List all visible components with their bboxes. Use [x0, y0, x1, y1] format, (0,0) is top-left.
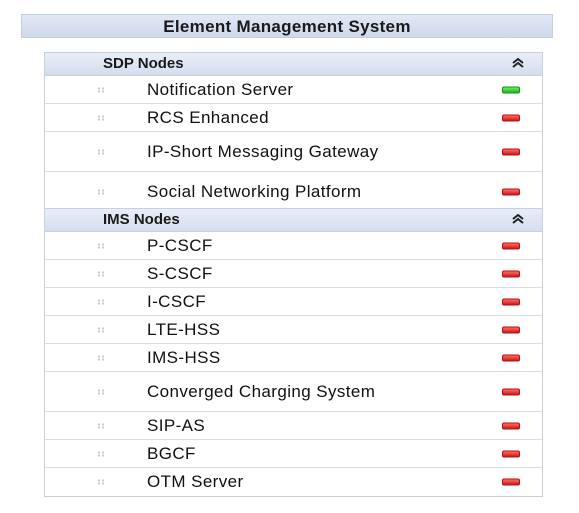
drag-handle-icon[interactable] — [98, 355, 107, 360]
drag-handle-icon[interactable] — [98, 299, 107, 304]
status-indicator-down — [502, 298, 520, 305]
status-indicator-down — [502, 478, 520, 486]
drag-handle-icon[interactable] — [98, 149, 107, 154]
node-label: Social Networking Platform — [147, 182, 362, 201]
ims-node-s-cscf[interactable]: S-CSCF — [45, 260, 542, 288]
status-indicator-down — [502, 388, 520, 395]
node-label: SIP-AS — [147, 415, 206, 435]
ims-node-i-cscf[interactable]: I-CSCF — [45, 288, 542, 316]
node-label: Notification Server — [147, 79, 294, 99]
status-indicator-down — [502, 354, 520, 361]
ims-nodes-header[interactable]: IMS Nodes — [45, 209, 542, 232]
node-label: BGCF — [147, 443, 196, 463]
status-indicator-up — [502, 86, 520, 93]
chevron-double-up-icon[interactable] — [510, 55, 526, 71]
ims-node-lte-hss[interactable]: LTE-HSS — [45, 316, 542, 344]
status-indicator-down — [502, 422, 520, 429]
ims-node-otm-server[interactable]: OTM Server — [45, 468, 542, 496]
status-indicator-down — [502, 270, 520, 277]
ims-node-sip-as[interactable]: SIP-AS — [45, 412, 542, 440]
status-indicator-down — [502, 242, 520, 249]
sdp-nodes-panel: SDP Nodes Notification Server RCS Enhanc… — [44, 52, 543, 213]
drag-handle-icon[interactable] — [98, 389, 107, 394]
drag-handle-icon[interactable] — [98, 271, 107, 276]
drag-handle-icon[interactable] — [98, 451, 107, 456]
drag-handle-icon[interactable] — [98, 327, 107, 332]
ims-nodes-panel: IMS Nodes P-CSCF S-CSCF I-CSCF LTE-HSS I… — [44, 208, 543, 497]
node-label: OTM Server — [147, 472, 244, 491]
node-label: Converged Charging System — [147, 381, 376, 401]
ims-node-bgcf[interactable]: BGCF — [45, 440, 542, 468]
node-label: P-CSCF — [147, 235, 213, 255]
sdp-node-ip-short-messaging-gateway[interactable]: IP-Short Messaging Gateway — [45, 132, 542, 172]
drag-handle-icon[interactable] — [98, 87, 107, 92]
node-label: RCS Enhanced — [147, 107, 269, 127]
sdp-node-rcs-enhanced[interactable]: RCS Enhanced — [45, 104, 542, 132]
node-label: IMS-HSS — [147, 347, 221, 367]
node-label: S-CSCF — [147, 263, 213, 283]
node-label: LTE-HSS — [147, 319, 221, 339]
drag-handle-icon[interactable] — [98, 423, 107, 428]
ims-node-p-cscf[interactable]: P-CSCF — [45, 232, 542, 260]
sdp-node-notification-server[interactable]: Notification Server — [45, 76, 542, 104]
chevron-double-up-icon[interactable] — [510, 211, 526, 227]
ims-nodes-title: IMS Nodes — [103, 211, 180, 228]
drag-handle-icon[interactable] — [98, 479, 107, 485]
drag-handle-icon[interactable] — [98, 189, 107, 195]
status-indicator-down — [502, 114, 520, 121]
sdp-nodes-title: SDP Nodes — [103, 55, 184, 72]
drag-handle-icon[interactable] — [98, 243, 107, 248]
node-label: I-CSCF — [147, 291, 207, 311]
sdp-node-social-networking-platform[interactable]: Social Networking Platform — [45, 172, 542, 212]
status-indicator-down — [502, 188, 520, 196]
status-indicator-down — [502, 326, 520, 333]
page-title: Element Management System — [21, 14, 553, 38]
sdp-nodes-header[interactable]: SDP Nodes — [45, 53, 542, 76]
status-indicator-down — [502, 450, 520, 457]
node-label: IP-Short Messaging Gateway — [147, 141, 379, 161]
ims-node-ims-hss[interactable]: IMS-HSS — [45, 344, 542, 372]
ims-node-converged-charging-system[interactable]: Converged Charging System — [45, 372, 542, 412]
status-indicator-down — [502, 148, 520, 155]
drag-handle-icon[interactable] — [98, 115, 107, 120]
